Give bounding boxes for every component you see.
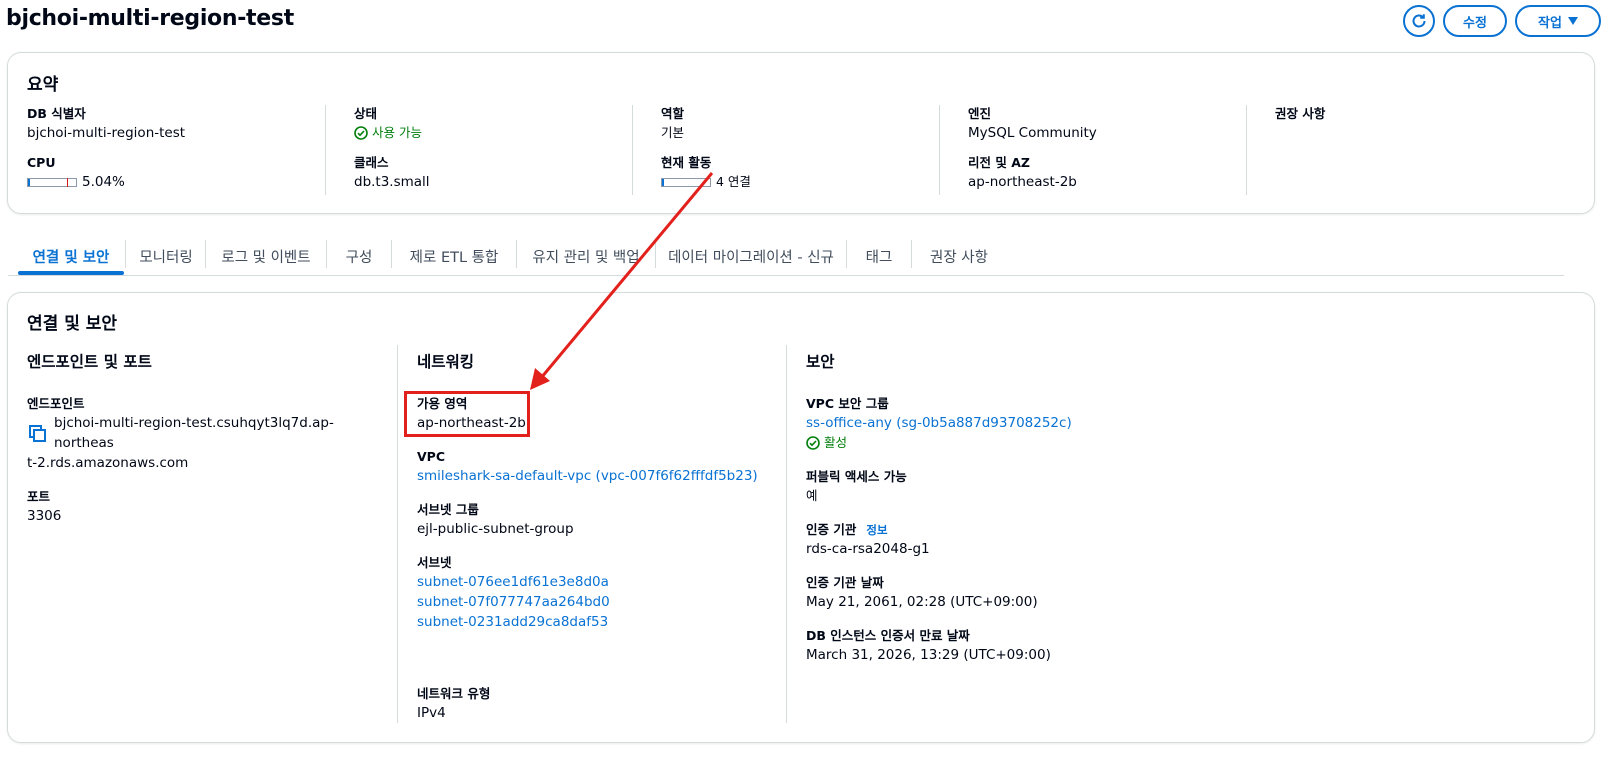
activity-label: 현재 활동 bbox=[661, 155, 712, 170]
security-group-link[interactable]: ss-office-any (sg-0b5a887d93708252c) bbox=[806, 413, 1206, 433]
summary-col-4: 엔진 MySQL Community 리전 및 AZ ap-northeast-… bbox=[968, 105, 1238, 192]
role-label: 역할 bbox=[661, 106, 685, 121]
recommendations-label: 권장 사항 bbox=[1275, 106, 1326, 121]
summary-col-3: 역할 기본 현재 활동 4 연결 bbox=[661, 105, 931, 192]
endpoint-value: bjchoi-multi-region-test.csuhqyt3lq7d.ap… bbox=[54, 415, 334, 451]
vpc-label: VPC bbox=[417, 449, 446, 464]
network-type-block: 네트워크 유형 IPv4 bbox=[417, 685, 777, 723]
port-label: 포트 bbox=[27, 489, 51, 504]
subnet-link[interactable]: subnet-076ee1df61e3e8d0a bbox=[417, 572, 777, 592]
status-badge: 사용 가능 bbox=[354, 123, 624, 143]
endpoint-section: 엔드포인트 bjchoi-multi-region-test.csuhqyt3l… bbox=[27, 395, 387, 526]
cert-expiry-value: March 31, 2026, 13:29 (UTC+09:00) bbox=[806, 647, 1051, 663]
db-id-value: bjchoi-multi-region-test bbox=[27, 125, 186, 141]
engine-label: 엔진 bbox=[968, 106, 992, 121]
tab-zero-etl[interactable]: 제로 ETL 통합 bbox=[392, 238, 516, 274]
cpu-meter-row: 5.04% bbox=[27, 172, 317, 192]
cpu-threshold-mark bbox=[67, 177, 68, 187]
engine-value: MySQL Community bbox=[968, 125, 1097, 141]
check-circle-icon bbox=[354, 126, 368, 140]
security-section: VPC 보안 그룹 ss-office-any (sg-0b5a887d9370… bbox=[806, 395, 1206, 665]
vpc-link[interactable]: smileshark-sa-default-vpc (vpc-007f6f62f… bbox=[417, 466, 777, 486]
network-type-value: IPv4 bbox=[417, 705, 446, 721]
edit-button[interactable]: 수정 bbox=[1443, 5, 1507, 37]
summary-divider bbox=[632, 105, 633, 195]
security-group-status: 활성 bbox=[806, 433, 1206, 453]
activity-meter bbox=[661, 177, 711, 187]
actions-dropdown-button[interactable]: 작업 bbox=[1515, 5, 1601, 37]
ca-label: 인증 기관 bbox=[806, 522, 857, 537]
header-actions: 수정 작업 bbox=[1403, 5, 1601, 37]
endpoint-label: 엔드포인트 bbox=[27, 396, 85, 411]
summary-divider bbox=[325, 105, 326, 195]
endpoint-line1-row: bjchoi-multi-region-test.csuhqyt3lq7d.ap… bbox=[27, 413, 387, 453]
activity-meter-fill bbox=[662, 178, 664, 186]
ca-value: rds-ca-rsa2048-g1 bbox=[806, 541, 930, 557]
check-circle-icon bbox=[806, 436, 820, 450]
network-type-label: 네트워크 유형 bbox=[417, 686, 491, 701]
status-value: 사용 가능 bbox=[372, 125, 422, 140]
status-label: 상태 bbox=[354, 106, 378, 121]
region-value: ap-northeast-2b bbox=[968, 174, 1077, 190]
subnet-group-value: ejl-public-subnet-group bbox=[417, 521, 574, 537]
cpu-label: CPU bbox=[27, 155, 56, 170]
region-label: 리전 및 AZ bbox=[968, 155, 1030, 170]
connectivity-title: 연결 및 보안 bbox=[27, 314, 118, 334]
ca-info-link[interactable]: 정보 bbox=[866, 523, 887, 537]
tab-logs-events[interactable]: 로그 및 이벤트 bbox=[206, 238, 326, 274]
public-access-label: 퍼블릭 액세스 가능 bbox=[806, 469, 907, 484]
connectivity-container: 연결 및 보안 엔드포인트 및 포트 엔드포인트 bjchoi-multi-re… bbox=[7, 292, 1595, 743]
copy-icon[interactable] bbox=[27, 424, 49, 442]
activity-value: 4 연결 bbox=[716, 174, 751, 189]
annotation-highlight-box bbox=[404, 391, 530, 437]
class-value: db.t3.small bbox=[354, 174, 430, 190]
summary-divider bbox=[939, 105, 940, 195]
tab-configuration[interactable]: 구성 bbox=[327, 238, 391, 274]
tab-tags[interactable]: 태그 bbox=[847, 238, 911, 274]
refresh-icon bbox=[1412, 14, 1426, 28]
summary-container: 요약 DB 식별자 bjchoi-multi-region-test CPU 5… bbox=[7, 52, 1595, 214]
cert-expiry-label: DB 인스턴스 인증서 만료 날짜 bbox=[806, 628, 970, 643]
cpu-meter-fill bbox=[28, 178, 30, 186]
subnet-link[interactable]: subnet-07f077747aa264bd0 bbox=[417, 592, 777, 612]
ca-date-label: 인증 기관 날짜 bbox=[806, 575, 884, 590]
section-divider bbox=[786, 345, 787, 723]
tab-recommendations[interactable]: 권장 사항 bbox=[912, 238, 1006, 274]
networking-section-title: 네트워킹 bbox=[417, 353, 475, 371]
actions-label: 작업 bbox=[1538, 15, 1562, 31]
subnet-link[interactable]: subnet-0231add29ca8daf53 bbox=[417, 612, 777, 632]
subnet-group-label: 서브넷 그룹 bbox=[417, 502, 479, 517]
summary-col-1: DB 식별자 bjchoi-multi-region-test CPU 5.04… bbox=[27, 105, 317, 192]
public-access-value: 예 bbox=[806, 488, 818, 503]
security-section-title: 보안 bbox=[806, 353, 835, 371]
endpoint-section-title: 엔드포인트 및 포트 bbox=[27, 353, 152, 371]
security-group-label: VPC 보안 그룹 bbox=[806, 396, 889, 411]
detail-tabs: 연결 및 보안 모니터링 로그 및 이벤트 구성 제로 ETL 통합 유지 관리… bbox=[8, 238, 1564, 276]
ca-label-row: 인증 기관 정보 bbox=[806, 521, 1206, 539]
tab-monitoring[interactable]: 모니터링 bbox=[126, 238, 206, 274]
summary-title: 요약 bbox=[27, 75, 59, 95]
refresh-button[interactable] bbox=[1403, 5, 1435, 37]
active-tab-indicator bbox=[18, 271, 124, 275]
cpu-meter bbox=[27, 177, 77, 187]
db-id-label: DB 식별자 bbox=[27, 106, 86, 121]
port-value: 3306 bbox=[27, 508, 62, 524]
section-divider bbox=[397, 345, 398, 723]
caret-down-icon bbox=[1567, 17, 1578, 25]
summary-col-2: 상태 사용 가능 클래스 db.t3.small bbox=[354, 105, 624, 192]
page-title: bjchoi-multi-region-test bbox=[6, 6, 294, 31]
subnets-label: 서브넷 bbox=[417, 555, 452, 570]
role-value: 기본 bbox=[661, 125, 685, 140]
summary-col-5: 권장 사항 bbox=[1275, 105, 1545, 123]
tab-connectivity-security[interactable]: 연결 및 보안 bbox=[18, 238, 124, 274]
tab-data-migration[interactable]: 데이터 마이그레이션 - 신규 bbox=[656, 238, 846, 274]
activity-row: 4 연결 bbox=[661, 172, 931, 192]
security-group-status-text: 활성 bbox=[824, 435, 848, 450]
summary-divider bbox=[1246, 105, 1247, 195]
cpu-value: 5.04% bbox=[82, 174, 125, 190]
endpoint-value-cont: t-2.rds.amazonaws.com bbox=[27, 455, 189, 471]
ca-date-value: May 21, 2061, 02:28 (UTC+09:00) bbox=[806, 594, 1038, 610]
tab-maintenance-backup[interactable]: 유지 관리 및 백업 bbox=[517, 238, 655, 274]
class-label: 클래스 bbox=[354, 155, 389, 170]
